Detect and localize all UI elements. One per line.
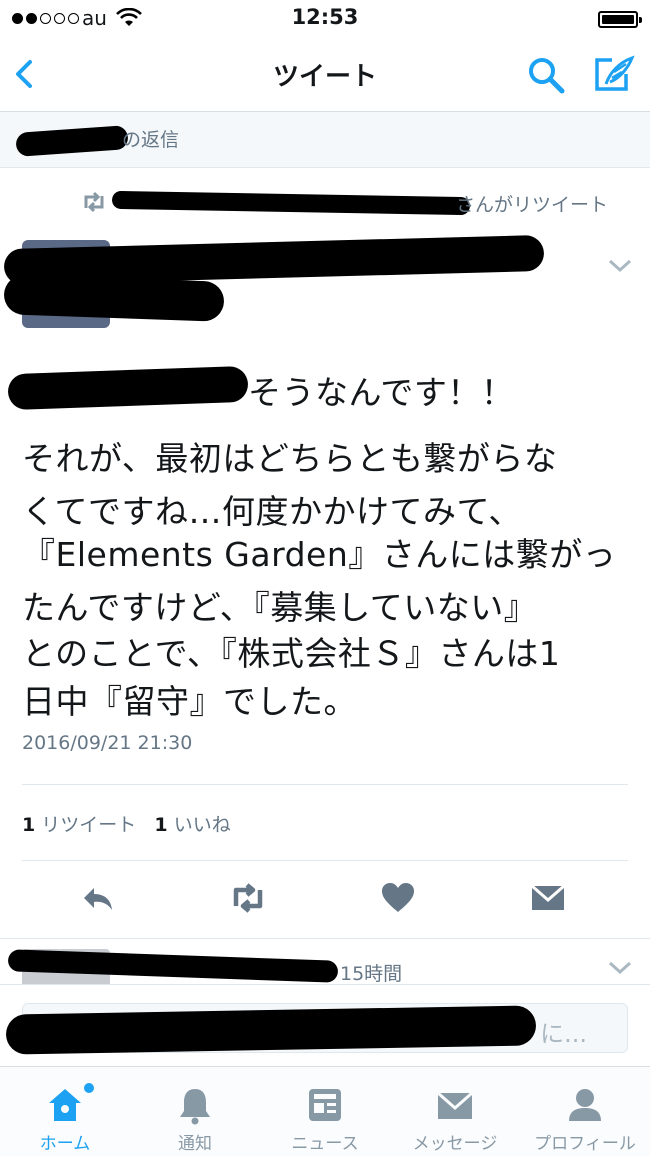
bell-icon [180, 1089, 210, 1125]
tweet-text-line: くてですね…何度かかけてみて、 [22, 492, 522, 531]
divider [22, 784, 628, 785]
tweet-stats: 1 リツイート 1 いいね [22, 810, 231, 837]
notification-dot [84, 1083, 94, 1093]
news-icon [309, 1089, 341, 1121]
tab-news[interactable]: ニュース [260, 1067, 390, 1156]
reply-context-label: の返信 [122, 129, 180, 151]
retweeted-by-label: さんがリツイート [456, 194, 609, 216]
compose-tweet-icon[interactable] [590, 52, 636, 96]
tab-messages[interactable]: メッセージ [390, 1067, 520, 1156]
person-icon [569, 1089, 601, 1121]
chevron-down-icon[interactable] [607, 258, 633, 274]
reply-icon[interactable] [78, 878, 118, 918]
tweet-text-line: とのことで、『株式会社Ｓ』さんは1 [22, 634, 561, 673]
direct-message-icon[interactable] [528, 878, 568, 918]
tab-label: ホーム [39, 1134, 91, 1154]
tweet-text-line: 『Elements Garden』さんには繋がっ [22, 535, 617, 574]
envelope-icon [437, 1091, 473, 1119]
redaction-mark [15, 125, 129, 157]
like-heart-icon[interactable] [378, 878, 418, 918]
battery-icon [598, 11, 642, 28]
retweet-count-label[interactable]: リツイート [41, 814, 136, 836]
tab-label: メッセージ [412, 1134, 498, 1154]
tab-home[interactable]: ホーム [0, 1067, 130, 1156]
tab-label: 通知 [178, 1134, 212, 1154]
like-count[interactable]: 1 [154, 814, 167, 836]
reply-input-placeholder: に... [540, 1020, 587, 1048]
status-time: 12:53 [291, 5, 359, 29]
chevron-down-icon[interactable] [607, 960, 633, 976]
tab-label: プロフィール [534, 1134, 636, 1154]
tweet-text-line: それが、最初はどちらとも繋がらな [22, 439, 558, 478]
redaction-mark [7, 365, 249, 411]
retweet-count[interactable]: 1 [22, 814, 35, 836]
tab-profile[interactable]: プロフィール [520, 1067, 650, 1156]
redaction-mark [111, 190, 471, 216]
reply-timestamp: 15時間 [340, 963, 403, 985]
tweet-text-line: 日中『留守』でした。 [22, 682, 357, 721]
tab-notifications[interactable]: 通知 [130, 1067, 260, 1156]
divider [22, 860, 628, 861]
retweet-indicator-icon [84, 191, 104, 213]
home-icon [49, 1089, 81, 1121]
tab-label: ニュース [291, 1134, 359, 1154]
tab-bar: ホーム 通知 ニュース メッセージ プロフィール [0, 1066, 650, 1156]
tweet-timestamp: 2016/09/21 21:30 [22, 732, 193, 754]
reply-context-bar[interactable]: の返信 [0, 112, 650, 168]
tweet-actions [0, 878, 650, 922]
retweet-icon[interactable] [228, 878, 268, 918]
tweet-text-line: たんですけど、『募集していない』 [22, 588, 538, 627]
nav-bar: ツイート [0, 38, 650, 112]
status-bar: au 12:53 [0, 0, 650, 38]
tweet-text-line: そうなんです！！ [248, 373, 515, 412]
search-icon[interactable] [525, 54, 567, 96]
like-count-label[interactable]: いいね [174, 814, 231, 836]
redaction-mark [3, 274, 225, 322]
